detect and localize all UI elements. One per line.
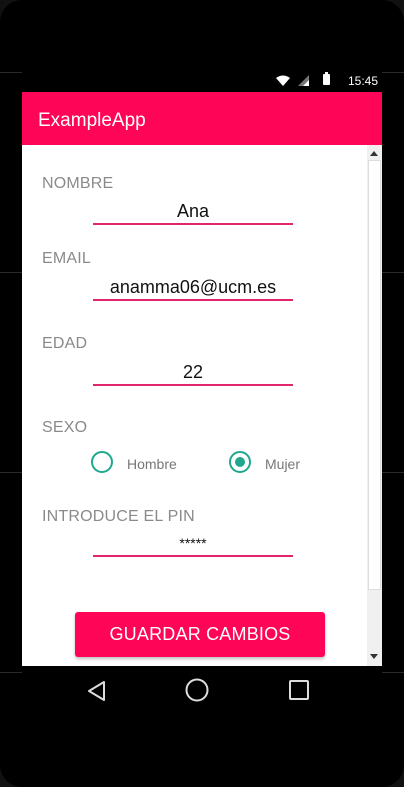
form-content: NOMBRE Ana EMAIL anamma06@ucm.es EDAD 22… bbox=[22, 145, 382, 666]
home-icon[interactable] bbox=[185, 678, 209, 707]
frame-line bbox=[0, 72, 22, 73]
cellular-signal-icon bbox=[298, 75, 309, 89]
scroll-up-icon[interactable] bbox=[370, 151, 378, 156]
back-icon[interactable] bbox=[86, 680, 106, 707]
save-button[interactable]: GUARDAR CAMBIOS bbox=[75, 612, 325, 657]
app-title: ExampleApp bbox=[38, 110, 146, 131]
nombre-label: NOMBRE bbox=[42, 175, 114, 192]
status-time: 15:45 bbox=[347, 74, 378, 88]
frame-line bbox=[382, 72, 404, 73]
radio-mujer-label: Mujer bbox=[265, 456, 301, 472]
frame-line bbox=[0, 472, 22, 473]
edad-label: EDAD bbox=[42, 335, 88, 352]
edad-field[interactable]: 22 bbox=[93, 360, 293, 386]
frame-line bbox=[382, 272, 404, 273]
status-bar: 15:45 bbox=[22, 69, 382, 92]
navigation-bar bbox=[22, 666, 382, 717]
pin-label: INTRODUCE EL PIN bbox=[42, 508, 195, 525]
frame-line bbox=[382, 472, 404, 473]
scrollbar[interactable] bbox=[367, 145, 382, 666]
nombre-field[interactable]: Ana bbox=[93, 199, 293, 225]
radio-hombre[interactable] bbox=[91, 451, 113, 473]
battery-icon bbox=[323, 72, 330, 85]
pin-field[interactable]: ***** bbox=[93, 531, 293, 557]
scroll-down-icon[interactable] bbox=[370, 654, 378, 659]
radio-mujer[interactable] bbox=[229, 451, 251, 473]
wifi-icon bbox=[276, 75, 290, 89]
app-bar: ExampleApp bbox=[22, 92, 382, 145]
email-label: EMAIL bbox=[42, 250, 92, 267]
radio-hombre-label: Hombre bbox=[127, 456, 177, 472]
phone-frame: 15:45 ExampleApp NOMBRE Ana EMAIL anamma… bbox=[0, 0, 404, 787]
scroll-thumb[interactable] bbox=[368, 160, 381, 590]
email-field[interactable]: anamma06@ucm.es bbox=[93, 275, 293, 301]
screen: 15:45 ExampleApp NOMBRE Ana EMAIL anamma… bbox=[22, 69, 382, 717]
recents-icon[interactable] bbox=[289, 680, 309, 705]
frame-line bbox=[0, 272, 22, 273]
sexo-label: SEXO bbox=[42, 419, 88, 436]
